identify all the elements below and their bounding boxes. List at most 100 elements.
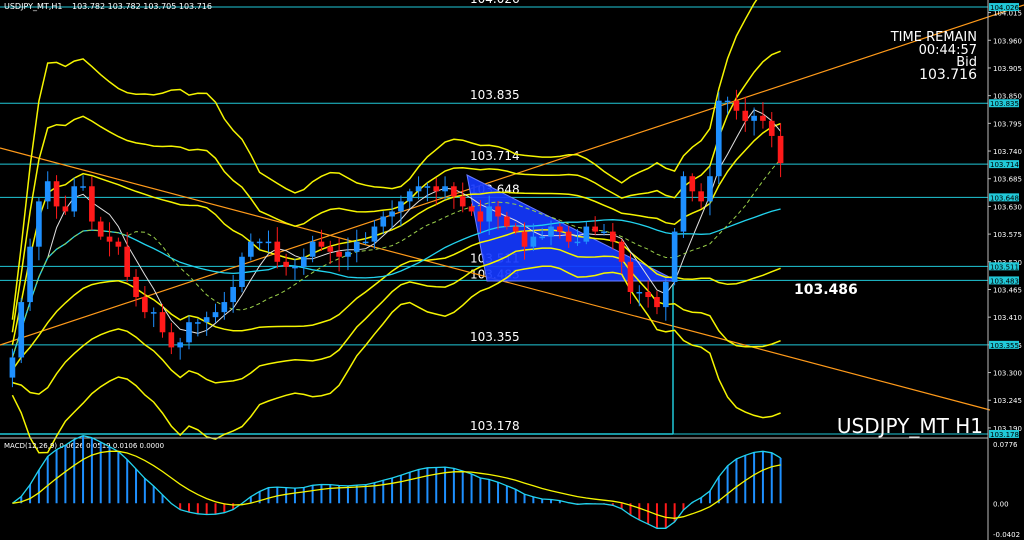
- price-tick-label: 103.960: [993, 37, 1022, 45]
- bear-candle: [336, 251, 342, 257]
- bear-candle: [689, 176, 696, 192]
- bull-candle: [203, 317, 210, 323]
- bear-candle: [115, 241, 122, 247]
- bull-candle: [442, 186, 448, 192]
- bull-candle: [221, 302, 228, 313]
- price-marker: 103.486: [794, 282, 858, 298]
- bollinger-bands: [11, 0, 781, 454]
- bull-candle: [389, 211, 395, 217]
- bear-candle: [495, 206, 501, 217]
- price-tick-label: 103.465: [993, 286, 1022, 294]
- level-label: 103.178: [470, 419, 520, 433]
- price-tick-label: 103.575: [993, 231, 1022, 239]
- chart-canvas: 104.026 103.835 103.714 103.648 103.511 103.4…: [0, 0, 1024, 540]
- bull-candle: [671, 231, 678, 282]
- bull-candle: [583, 226, 590, 242]
- bear-candle: [459, 196, 466, 207]
- price-axis: 104.015103.960103.905103.850103.795103.7…: [988, 10, 1022, 433]
- level-tag-text: 103.648: [990, 194, 1019, 202]
- bull-candle: [177, 342, 184, 348]
- bear-candle: [159, 312, 166, 333]
- bear-candle: [124, 246, 131, 277]
- trendlines: [0, 4, 1024, 435]
- bear-candle: [477, 211, 484, 222]
- bear-candle: [742, 110, 749, 121]
- price-tick-label: 103.630: [993, 203, 1022, 211]
- bear-candle: [106, 236, 113, 242]
- bear-candle: [468, 206, 475, 212]
- candles: [9, 89, 784, 388]
- bear-candle: [698, 191, 704, 202]
- bear-candle: [557, 226, 563, 232]
- bull-candle: [186, 322, 192, 343]
- bear-candle: [627, 261, 634, 292]
- chart-title: USDJPY_MT,H1: [4, 2, 62, 11]
- bull-candle: [44, 181, 51, 202]
- macd-tick-label: 0.00: [993, 500, 1009, 508]
- bull-candle: [247, 241, 254, 257]
- bull-candle: [380, 216, 387, 227]
- bear-candle: [654, 297, 660, 308]
- level-tag-text: 103.355: [990, 342, 1019, 350]
- bull-candle: [239, 256, 245, 287]
- bull-candle: [230, 286, 236, 303]
- bull-candle: [539, 236, 546, 239]
- bear-candle: [274, 241, 281, 262]
- bear-candle: [133, 276, 139, 298]
- bear-candle: [504, 216, 510, 227]
- bull-candle: [195, 322, 201, 324]
- bull-candle: [548, 226, 554, 237]
- level-tag-text: 103.178: [990, 431, 1019, 439]
- price-tick-label: 103.905: [993, 65, 1022, 73]
- bear-candle: [618, 241, 625, 262]
- bull-candle: [27, 246, 33, 303]
- bull-candle: [150, 312, 157, 314]
- bull-candle: [265, 241, 272, 244]
- bull-candle: [724, 100, 731, 103]
- price-tick-label: 103.410: [993, 314, 1022, 322]
- bear-candle: [89, 186, 95, 222]
- bid-value: 103.716: [919, 67, 977, 83]
- bear-candle: [142, 297, 148, 313]
- bull-candle: [300, 256, 307, 267]
- bear-candle: [53, 181, 60, 207]
- bull-candle: [18, 302, 25, 358]
- ascending-trendline: [0, 4, 1024, 346]
- price-tick-label: 103.685: [993, 176, 1022, 184]
- level-label: 103.714: [470, 149, 520, 163]
- bull-candle: [212, 312, 219, 318]
- level-label: 103.835: [470, 88, 520, 102]
- bear-candle: [318, 241, 325, 247]
- bull-candle: [353, 241, 360, 252]
- ohlc-values: 103.782 103.782 103.705 103.716: [72, 2, 212, 11]
- price-tick-label: 103.300: [993, 370, 1022, 378]
- bull-candle: [398, 201, 404, 212]
- bear-candle: [768, 120, 775, 136]
- bull-candle: [345, 251, 351, 257]
- bear-candle: [327, 246, 334, 252]
- bear-candle: [62, 206, 69, 212]
- macd-axis: 0.0776 0.00 -0.0402: [993, 441, 1020, 539]
- bull-candle: [680, 176, 687, 232]
- level-label: 104.026: [470, 0, 520, 6]
- bear-candle: [97, 221, 104, 237]
- price-tick-label: 103.245: [993, 397, 1022, 405]
- level-tag-text: 104.026: [990, 4, 1019, 12]
- bull-candle: [424, 186, 431, 188]
- bear-candle: [433, 186, 440, 192]
- bear-candle: [283, 261, 289, 267]
- bear-candle: [609, 231, 616, 242]
- bull-candle: [309, 241, 316, 257]
- bull-candle: [292, 266, 298, 269]
- bull-candle: [371, 226, 378, 242]
- bear-candle: [733, 100, 740, 111]
- bear-candle: [168, 332, 175, 348]
- bull-candle: [9, 357, 16, 378]
- macd-tick-label: -0.0402: [993, 531, 1020, 539]
- macd-tick-label: 0.0776: [993, 441, 1018, 449]
- watermark: USDJPY_MT H1: [837, 414, 983, 438]
- bull-candle: [71, 186, 78, 212]
- bull-candle: [406, 191, 413, 202]
- bear-candle: [777, 135, 784, 164]
- bear-candle: [512, 226, 519, 232]
